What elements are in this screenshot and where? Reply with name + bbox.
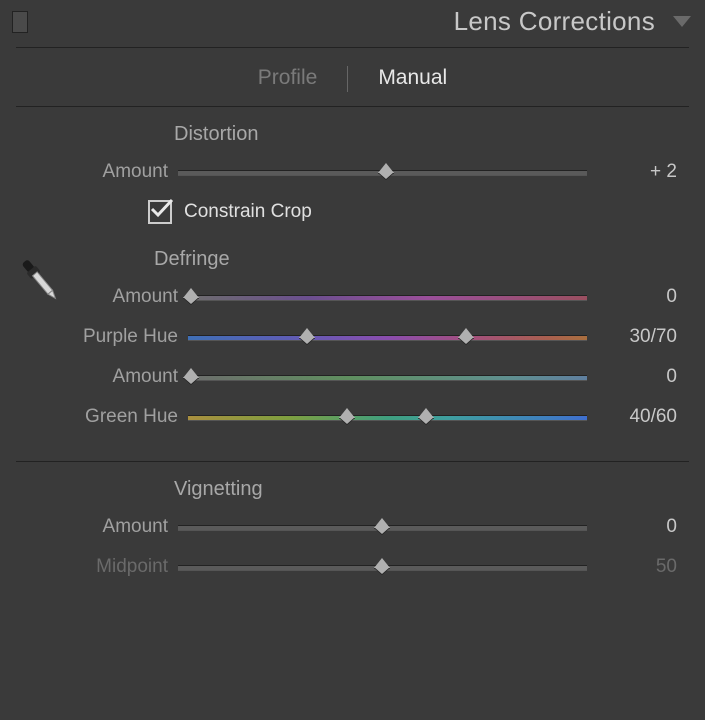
tab-manual[interactable]: Manual <box>378 66 447 92</box>
panel-header: Lens Corrections <box>0 0 705 47</box>
defringe-green-hue-slider[interactable] <box>188 412 587 422</box>
vignetting-midpoint-value[interactable]: 50 <box>587 556 677 578</box>
checkmark-icon <box>149 198 175 220</box>
defringe-green-hue-row: Green Hue 40/60 <box>68 405 677 429</box>
defringe-purple-amount-label: Amount <box>68 286 188 308</box>
vignetting-midpoint-label: Midpoint <box>28 556 178 578</box>
eyedropper-tool[interactable] <box>0 248 68 317</box>
vignetting-amount-value[interactable]: 0 <box>587 516 677 538</box>
constrain-crop-row: Constrain Crop <box>148 200 677 224</box>
tab-profile[interactable]: Profile <box>258 66 318 92</box>
eyedropper-icon <box>8 248 72 312</box>
vignetting-amount-slider[interactable] <box>178 522 587 532</box>
defringe-purple-amount-slider[interactable] <box>188 292 587 302</box>
defringe-purple-hue-slider[interactable] <box>188 332 587 342</box>
defringe-green-amount-slider[interactable] <box>188 372 587 382</box>
defringe-purple-hue-label: Purple Hue <box>68 326 188 348</box>
vignetting-midpoint-slider[interactable] <box>178 562 587 572</box>
constrain-crop-checkbox[interactable] <box>148 200 172 224</box>
defringe-green-amount-value[interactable]: 0 <box>587 366 677 388</box>
panel-title[interactable]: Lens Corrections <box>454 6 655 37</box>
distortion-amount-row: Amount + 2 <box>28 160 677 184</box>
defringe-green-hue-label: Green Hue <box>68 406 188 428</box>
vignetting-amount-row: Amount 0 <box>28 515 677 539</box>
defringe-section: Defringe Amount 0 Purple Hue <box>0 232 705 453</box>
defringe-purple-hue-value[interactable]: 30/70 <box>587 326 677 348</box>
disclosure-triangle-icon[interactable] <box>673 16 691 27</box>
distortion-amount-value[interactable]: + 2 <box>587 161 677 183</box>
constrain-crop-label[interactable]: Constrain Crop <box>184 201 312 223</box>
defringe-green-amount-row: Amount 0 <box>68 365 677 389</box>
panel-toggle-swatch[interactable] <box>12 11 28 33</box>
vignetting-amount-label: Amount <box>28 516 178 538</box>
distortion-title: Distortion <box>174 123 677 146</box>
defringe-green-hue-value[interactable]: 40/60 <box>587 406 677 428</box>
distortion-amount-slider[interactable] <box>178 167 587 177</box>
defringe-green-amount-label: Amount <box>68 366 188 388</box>
defringe-purple-amount-value[interactable]: 0 <box>587 286 677 308</box>
lens-corrections-panel: Lens Corrections Profile Manual Distorti… <box>0 0 705 720</box>
distortion-amount-label: Amount <box>28 161 178 183</box>
vignetting-title: Vignetting <box>174 478 677 501</box>
distortion-section: Distortion Amount + 2 Constrain Crop <box>0 107 705 232</box>
defringe-purple-hue-row: Purple Hue 30/70 <box>68 325 677 349</box>
defringe-purple-amount-row: Amount 0 <box>68 285 677 309</box>
vignetting-midpoint-row: Midpoint 50 <box>28 555 677 579</box>
defringe-title: Defringe <box>154 248 677 271</box>
tab-separator <box>347 66 348 92</box>
vignetting-section: Vignetting Amount 0 Midpoint 50 <box>0 462 705 603</box>
tabs: Profile Manual <box>0 48 705 106</box>
